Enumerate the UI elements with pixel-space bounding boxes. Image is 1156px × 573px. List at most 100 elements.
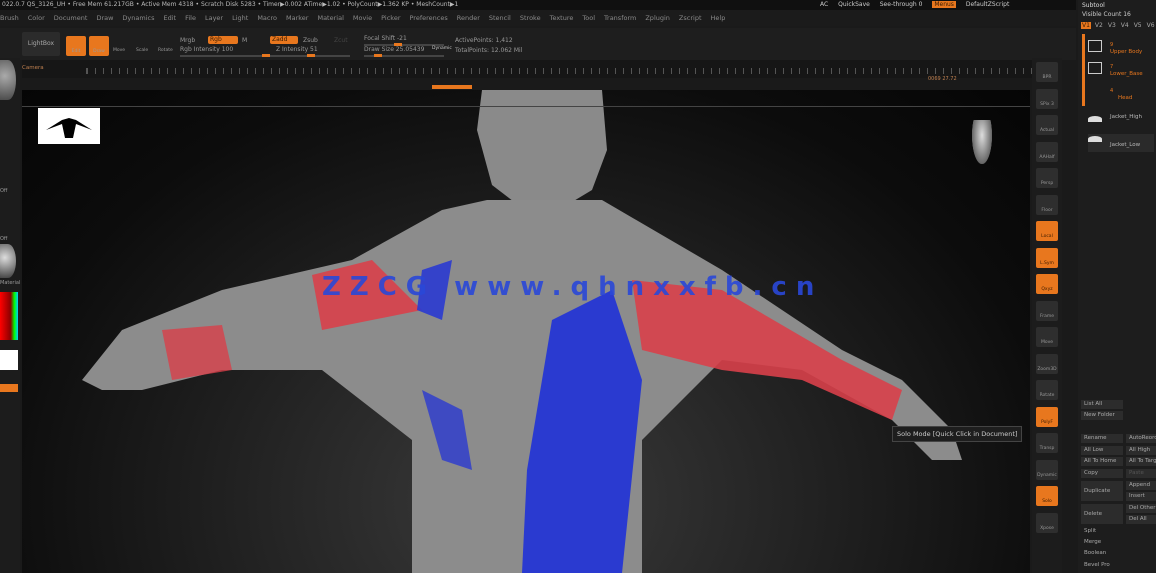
move-button[interactable]: Move <box>113 48 125 53</box>
draw-button[interactable]: Draw <box>89 36 109 56</box>
scroll-handle[interactable] <box>432 85 472 89</box>
all-high-button[interactable]: All High <box>1126 446 1156 455</box>
delete-button[interactable]: Delete <box>1081 504 1123 524</box>
canvas-viewport[interactable] <box>22 90 1030 573</box>
zadd-button[interactable]: Zadd <box>270 36 298 44</box>
menu-light[interactable]: Light <box>232 14 248 22</box>
shelf-bpr-button[interactable]: BPR <box>1036 62 1058 82</box>
shelf-zoom3d-button[interactable]: Zoom3D <box>1036 353 1058 374</box>
menu-transform[interactable]: Transform <box>604 14 636 22</box>
del-all-button[interactable]: Del All <box>1126 515 1156 524</box>
shelf-l-sym-button[interactable]: L.Sym <box>1036 247 1058 268</box>
shelf-polyf-button[interactable]: PolyF <box>1036 406 1058 427</box>
m-button[interactable]: M <box>242 37 247 44</box>
append-button[interactable]: Append <box>1126 481 1156 490</box>
visibility-eye-icon[interactable] <box>1088 136 1102 142</box>
duplicate-button[interactable]: Duplicate <box>1081 481 1123 501</box>
timeline[interactable]: Camera 0069 27.72 <box>22 60 1042 89</box>
merge-button[interactable]: Merge <box>1081 538 1156 547</box>
shelf-move-button[interactable]: Move <box>1036 327 1058 347</box>
shelf-qxyz-button[interactable]: Qxyz <box>1036 274 1058 294</box>
shelf-transp-button[interactable]: Transp <box>1036 433 1058 453</box>
draw-size-slider[interactable]: Draw Size 25.05439 <box>364 46 424 53</box>
rgb-button[interactable]: Rgb <box>208 36 238 44</box>
all-to-home-button[interactable]: All To Home <box>1081 457 1123 466</box>
default-zscript-button[interactable]: DefaultZScript <box>966 1 1009 8</box>
autoreorder-button[interactable]: AutoReorder <box>1126 434 1156 443</box>
brush-thumbnail[interactable] <box>0 60 16 100</box>
del-other-button[interactable]: Del Other <box>1126 504 1156 513</box>
version-tab-v2[interactable]: V2 <box>1094 22 1104 29</box>
color-picker[interactable] <box>0 292 18 340</box>
menu-movie[interactable]: Movie <box>353 14 372 22</box>
zcut-button[interactable]: Zcut <box>334 37 348 44</box>
all-to-target-button[interactable]: All To Target <box>1126 457 1156 466</box>
subtool-scrollbar[interactable] <box>1082 34 1085 106</box>
all-low-button[interactable]: All Low <box>1081 446 1123 455</box>
subtool-title[interactable]: Subtool <box>1082 2 1105 9</box>
list-all-button[interactable]: List All <box>1081 400 1123 409</box>
visibility-eye-icon[interactable] <box>1088 116 1102 122</box>
menus-button[interactable]: Menus <box>932 1 956 8</box>
material-thumbnail[interactable] <box>0 244 16 278</box>
menu-file[interactable]: File <box>185 14 196 22</box>
zsub-button[interactable]: Zsub <box>303 37 318 44</box>
menu-picker[interactable]: Picker <box>381 14 400 22</box>
z-intensity-slider[interactable] <box>270 54 350 57</box>
shelf-rotate-button[interactable]: Rotate <box>1036 380 1058 400</box>
version-tab-v1[interactable]: V1 <box>1081 22 1091 29</box>
menu-zplugin[interactable]: Zplugin <box>645 14 670 22</box>
dynamic-button[interactable]: Dynamic <box>432 46 452 51</box>
version-tab-v6[interactable]: V6 <box>1146 22 1156 29</box>
subtool-item[interactable]: Jacket_Low <box>1088 134 1154 152</box>
bevel-pro-button[interactable]: Bevel Pro <box>1081 561 1156 570</box>
lightbox-button[interactable]: LightBox <box>22 32 60 56</box>
visible-count-slider[interactable]: Visible Count 16 <box>1082 11 1131 18</box>
menu-tool[interactable]: Tool <box>582 14 595 22</box>
mrgb-button[interactable]: Mrgb <box>180 37 195 44</box>
split-button[interactable]: Split <box>1081 527 1156 536</box>
orientation-head-gizmo[interactable] <box>972 120 992 164</box>
menu-dynamics[interactable]: Dynamics <box>122 14 154 22</box>
menu-render[interactable]: Render <box>457 14 480 22</box>
menu-edit[interactable]: Edit <box>163 14 176 22</box>
menu-preferences[interactable]: Preferences <box>410 14 448 22</box>
timeline-track[interactable] <box>86 68 1042 74</box>
shelf-xpose-button[interactable]: Xpose <box>1036 512 1058 533</box>
shelf-solo-button[interactable]: Solo <box>1036 486 1058 506</box>
switch-color-button[interactable] <box>0 384 18 392</box>
menu-macro[interactable]: Macro <box>257 14 277 22</box>
shelf-floor-button[interactable]: Floor <box>1036 194 1058 215</box>
subtool-item[interactable]: Jacket_High <box>1088 114 1154 132</box>
shelf-dynamic-button[interactable]: Dynamic <box>1036 459 1058 480</box>
version-tab-v4[interactable]: V4 <box>1120 22 1130 29</box>
shelf-frame-button[interactable]: Frame <box>1036 300 1058 321</box>
shelf-local-button[interactable]: Local <box>1036 221 1058 241</box>
menu-marker[interactable]: Marker <box>286 14 308 22</box>
scale-button[interactable]: Scale <box>136 48 148 53</box>
quicksave-button[interactable]: QuickSave <box>838 1 870 8</box>
ac-button[interactable]: AC <box>820 1 828 8</box>
shelf-persp-button[interactable]: Persp <box>1036 168 1058 188</box>
menu-help[interactable]: Help <box>711 14 726 22</box>
menu-stencil[interactable]: Stencil <box>489 14 511 22</box>
subtool-item[interactable]: 7 Lower_Base <box>1088 60 1154 82</box>
version-tab-v3[interactable]: V3 <box>1107 22 1117 29</box>
version-tab-v5[interactable]: V5 <box>1133 22 1143 29</box>
menu-texture[interactable]: Texture <box>550 14 574 22</box>
copy-button[interactable]: Copy <box>1081 469 1123 478</box>
shelf-aahalf-button[interactable]: AAHalf <box>1036 141 1058 162</box>
menu-document[interactable]: Document <box>54 14 88 22</box>
menu-stroke[interactable]: Stroke <box>520 14 541 22</box>
edit-button[interactable]: Edit <box>66 36 86 56</box>
boolean-button[interactable]: Boolean <box>1081 549 1156 558</box>
rgb-intensity-slider[interactable] <box>180 54 270 57</box>
menu-zscript[interactable]: Zscript <box>679 14 702 22</box>
shelf-actual-button[interactable]: Actual <box>1036 115 1058 135</box>
menu-brush[interactable]: Brush <box>0 14 19 22</box>
menu-draw[interactable]: Draw <box>96 14 113 22</box>
paste-button[interactable]: Paste <box>1126 469 1156 478</box>
subtool-item[interactable]: 9 Upper Body <box>1088 38 1154 60</box>
rename-button[interactable]: Rename <box>1081 434 1123 443</box>
menu-layer[interactable]: Layer <box>205 14 223 22</box>
